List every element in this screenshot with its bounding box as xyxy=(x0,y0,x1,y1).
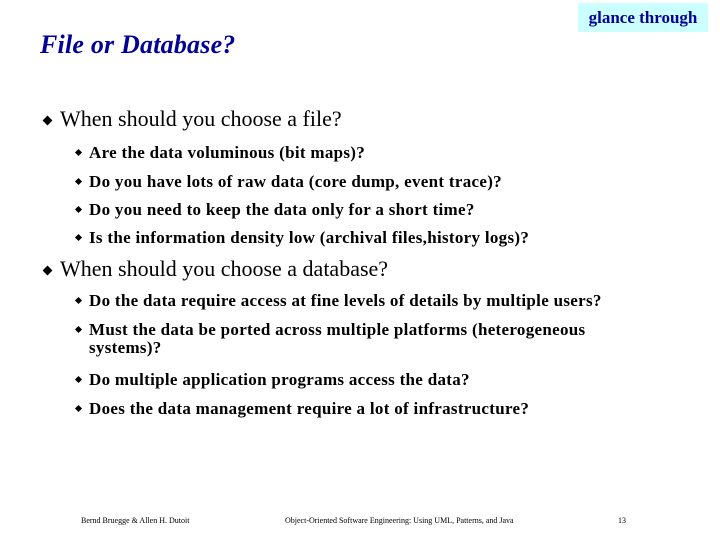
diamond-bullet-icon xyxy=(74,375,83,384)
section-heading-text: When should you choose a database? xyxy=(60,256,389,281)
slide-title: File or Database? xyxy=(40,30,236,59)
list-item-text: Are the data voluminous (bit maps)? xyxy=(89,143,366,162)
section-heading-text: When should you choose a file? xyxy=(60,106,342,131)
list-item-text: Do multiple application programs access … xyxy=(89,370,470,389)
diamond-bullet-icon xyxy=(74,404,83,413)
list-item-text: Does the data management require a lot o… xyxy=(89,399,530,418)
footer-page-number: 13 xyxy=(618,516,626,525)
section-heading-file: When should you choose a file? xyxy=(42,106,342,132)
diamond-bullet-icon xyxy=(42,265,53,275)
diamond-bullet-icon xyxy=(74,177,83,186)
footer-book-title: Object-Oriented Software Engineering: Us… xyxy=(285,516,514,525)
diamond-bullet-icon xyxy=(74,325,83,334)
section-heading-database: When should you choose a database? xyxy=(42,256,389,282)
diamond-bullet-icon xyxy=(74,148,83,157)
slide: File or Database? glance through When sh… xyxy=(0,0,720,540)
list-item-text: Do you have lots of raw data (core dump,… xyxy=(89,172,502,191)
footer-authors: Bernd Bruegge & Allen H. Dutoit xyxy=(81,516,190,525)
list-item-text: Must the data be ported across multiple … xyxy=(89,320,586,339)
list-item-text: Do the data require access at fine level… xyxy=(89,291,602,310)
list-item-text: Do you need to keep the data only for a … xyxy=(89,200,475,219)
diamond-bullet-icon xyxy=(74,205,83,214)
glance-through-badge: glance through xyxy=(578,3,708,32)
list-item-text: Is the information density low (archival… xyxy=(89,228,530,247)
diamond-bullet-icon xyxy=(42,115,53,125)
list-item-continuation: systems)? xyxy=(89,338,162,357)
diamond-bullet-icon xyxy=(74,296,83,305)
diamond-bullet-icon xyxy=(74,233,83,242)
